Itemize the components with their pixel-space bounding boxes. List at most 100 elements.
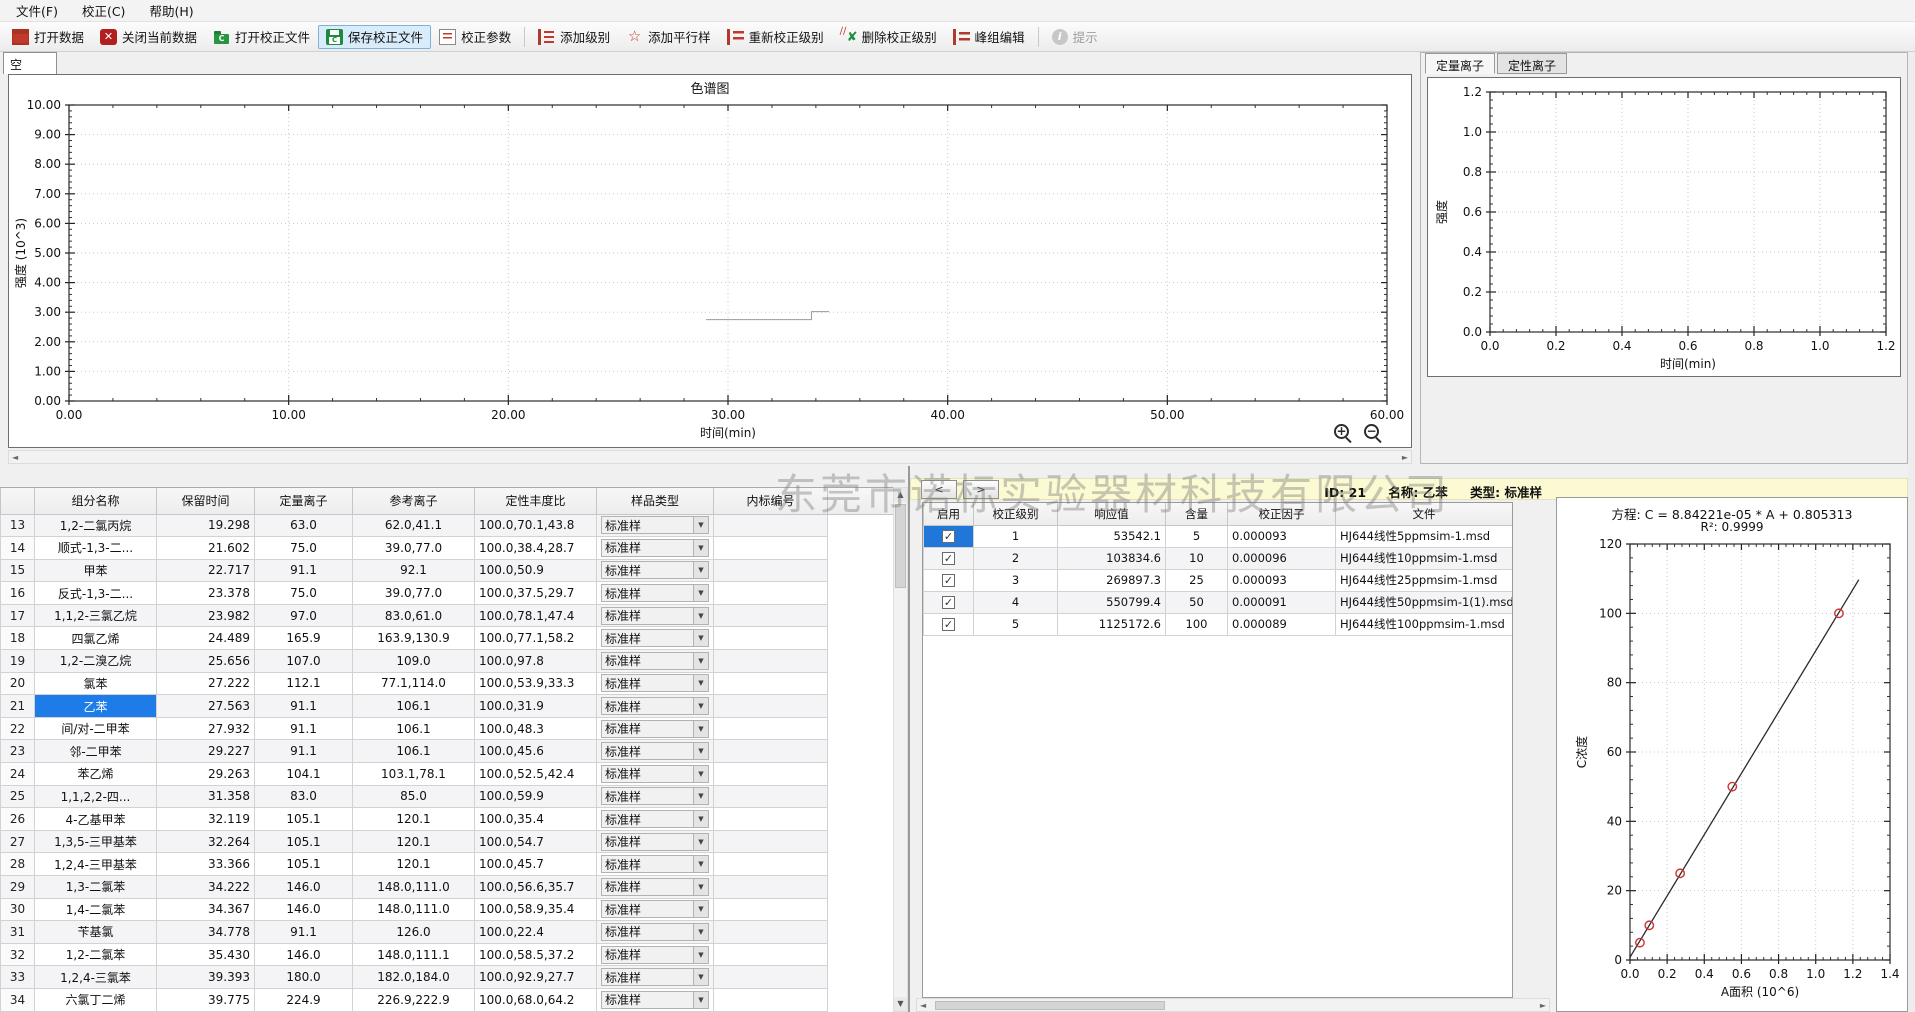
abundance-ratio-cell[interactable]: 100.0,59.9 (475, 785, 597, 808)
component-table-vscrollbar[interactable]: ▲ ▼ (893, 487, 908, 1012)
quant-ion-cell[interactable]: 224.9 (255, 988, 353, 1011)
quant-ion-cell[interactable]: 63.0 (255, 514, 353, 537)
internal-standard-cell[interactable] (714, 808, 828, 831)
close-current-data-button[interactable]: 关闭当前数据 (92, 25, 205, 49)
sample-type-dropdown[interactable]: 标准样▼ (601, 765, 709, 783)
sample-type-dropdown[interactable]: 标准样▼ (601, 923, 709, 941)
checkbox-checked-icon[interactable]: ✓ (942, 596, 955, 609)
abundance-ratio-cell[interactable]: 100.0,97.8 (475, 650, 597, 673)
column-header[interactable]: 文件 (1336, 503, 1513, 525)
component-name-cell[interactable]: 苄基氯 (35, 921, 157, 944)
sample-type-dropdown[interactable]: 标准样▼ (601, 720, 709, 738)
retention-time-cell[interactable]: 19.298 (157, 514, 255, 537)
quant-ion-cell[interactable]: 107.0 (255, 650, 353, 673)
recalibrate-level-button[interactable]: 重新校正级别 (719, 25, 832, 49)
component-name-cell[interactable]: 顺式-1,3-二... (35, 537, 157, 560)
quant-ion-cell[interactable]: 146.0 (255, 876, 353, 899)
checkbox-checked-icon[interactable]: ✓ (942, 530, 955, 543)
column-header[interactable] (828, 488, 894, 514)
column-header[interactable]: 保留时间 (157, 488, 255, 514)
retention-time-cell[interactable]: 32.264 (157, 830, 255, 853)
retention-time-cell[interactable]: 27.222 (157, 672, 255, 695)
column-header[interactable]: 内标编号 (714, 488, 828, 514)
internal-standard-cell[interactable] (714, 740, 828, 763)
scroll-up-icon[interactable]: ▲ (894, 488, 907, 502)
retention-time-cell[interactable]: 39.775 (157, 988, 255, 1011)
retention-time-cell[interactable]: 34.778 (157, 921, 255, 944)
quant-ion-cell[interactable]: 105.1 (255, 853, 353, 876)
reference-ion-cell[interactable]: 126.0 (353, 921, 475, 944)
sample-type-dropdown[interactable]: 标准样▼ (601, 946, 709, 964)
quant-ion-cell[interactable]: 105.1 (255, 808, 353, 831)
menu-file[interactable]: 文件(F) (4, 0, 70, 22)
chevron-down-icon[interactable]: ▼ (693, 608, 708, 624)
abundance-ratio-cell[interactable]: 100.0,58.9,35.4 (475, 898, 597, 921)
retention-time-cell[interactable]: 23.378 (157, 582, 255, 605)
level-cell[interactable]: 5 (974, 613, 1058, 635)
chromatogram-chart[interactable]: 0.0010.0020.0030.0040.0050.0060.000.001.… (11, 97, 1411, 447)
abundance-ratio-cell[interactable]: 100.0,37.5,29.7 (475, 582, 597, 605)
chevron-down-icon[interactable]: ▼ (693, 540, 708, 556)
row-number-cell[interactable]: 26 (1, 808, 35, 831)
row-number-cell[interactable]: 32 (1, 943, 35, 966)
chevron-down-icon[interactable]: ▼ (693, 947, 708, 963)
row-number-cell[interactable]: 29 (1, 876, 35, 899)
quant-ion-cell[interactable]: 91.1 (255, 717, 353, 740)
level-cell[interactable]: 2 (974, 547, 1058, 569)
hscroll-thumb[interactable] (935, 1001, 1165, 1010)
internal-standard-cell[interactable] (714, 559, 828, 582)
row-number-cell[interactable]: 30 (1, 898, 35, 921)
scroll-right-icon[interactable]: ► (1540, 1001, 1546, 1010)
abundance-ratio-cell[interactable]: 100.0,45.6 (475, 740, 597, 763)
menu-help[interactable]: 帮助(H) (137, 0, 205, 22)
quant-ion-cell[interactable]: 91.1 (255, 695, 353, 718)
sample-type-dropdown[interactable]: 标准样▼ (601, 810, 709, 828)
component-name-cell[interactable]: 四氯乙烯 (35, 627, 157, 650)
row-number-cell[interactable]: 24 (1, 763, 35, 786)
chevron-down-icon[interactable]: ▼ (693, 834, 708, 850)
column-header[interactable]: 响应值 (1058, 503, 1166, 525)
file-cell[interactable]: HJ644线性100ppmsim-1.msd (1336, 613, 1513, 635)
abundance-ratio-cell[interactable]: 100.0,68.0,64.2 (475, 988, 597, 1011)
reference-ion-cell[interactable]: 106.1 (353, 717, 475, 740)
scroll-left-icon[interactable]: ◄ (920, 1001, 926, 1010)
reference-ion-cell[interactable]: 109.0 (353, 650, 475, 673)
chevron-down-icon[interactable]: ▼ (693, 562, 708, 578)
level-panel-hscrollbar[interactable]: ◄ ► (916, 998, 1550, 1012)
abundance-ratio-cell[interactable]: 100.0,31.9 (475, 695, 597, 718)
factor-cell[interactable]: 0.000096 (1228, 547, 1336, 569)
quant-ion-cell[interactable]: 105.1 (255, 830, 353, 853)
amount-cell[interactable]: 10 (1166, 547, 1228, 569)
row-number-cell[interactable]: 20 (1, 672, 35, 695)
sample-type-dropdown[interactable]: 标准样▼ (601, 742, 709, 760)
response-cell[interactable]: 269897.3 (1058, 569, 1166, 591)
abundance-ratio-cell[interactable]: 100.0,38.4,28.7 (475, 537, 597, 560)
component-name-cell[interactable]: 苯乙烯 (35, 763, 157, 786)
tab-empty-data[interactable]: 空 (3, 52, 57, 74)
row-number-cell[interactable]: 17 (1, 604, 35, 627)
amount-cell[interactable]: 5 (1166, 525, 1228, 547)
abundance-ratio-cell[interactable]: 100.0,54.7 (475, 830, 597, 853)
next-component-button[interactable]: > (963, 480, 999, 499)
component-name-cell[interactable]: 间/对-二甲苯 (35, 717, 157, 740)
scroll-down-icon[interactable]: ▼ (894, 997, 907, 1011)
retention-time-cell[interactable]: 31.358 (157, 785, 255, 808)
column-header[interactable]: 组分名称 (35, 488, 157, 514)
component-name-cell[interactable]: 1,2-二氯丙烷 (35, 514, 157, 537)
factor-cell[interactable]: 0.000093 (1228, 525, 1336, 547)
abundance-ratio-cell[interactable]: 100.0,53.9,33.3 (475, 672, 597, 695)
row-number-cell[interactable]: 19 (1, 650, 35, 673)
quant-ion-cell[interactable]: 104.1 (255, 763, 353, 786)
zoom-in-icon[interactable] (1334, 424, 1349, 439)
quant-ion-cell[interactable]: 75.0 (255, 582, 353, 605)
peak-group-edit-button[interactable]: 峰组编辑 (945, 25, 1033, 49)
internal-standard-cell[interactable] (714, 604, 828, 627)
reference-ion-cell[interactable]: 106.1 (353, 740, 475, 763)
reference-ion-cell[interactable]: 148.0,111.0 (353, 898, 475, 921)
reference-ion-cell[interactable]: 77.1,114.0 (353, 672, 475, 695)
open-data-button[interactable]: 打开数据 (4, 25, 92, 49)
chromatogram-hscrollbar[interactable]: ◄ ► (8, 450, 1412, 464)
reference-ion-cell[interactable]: 120.1 (353, 853, 475, 876)
row-number-cell[interactable]: 31 (1, 921, 35, 944)
abundance-ratio-cell[interactable]: 100.0,52.5,42.4 (475, 763, 597, 786)
